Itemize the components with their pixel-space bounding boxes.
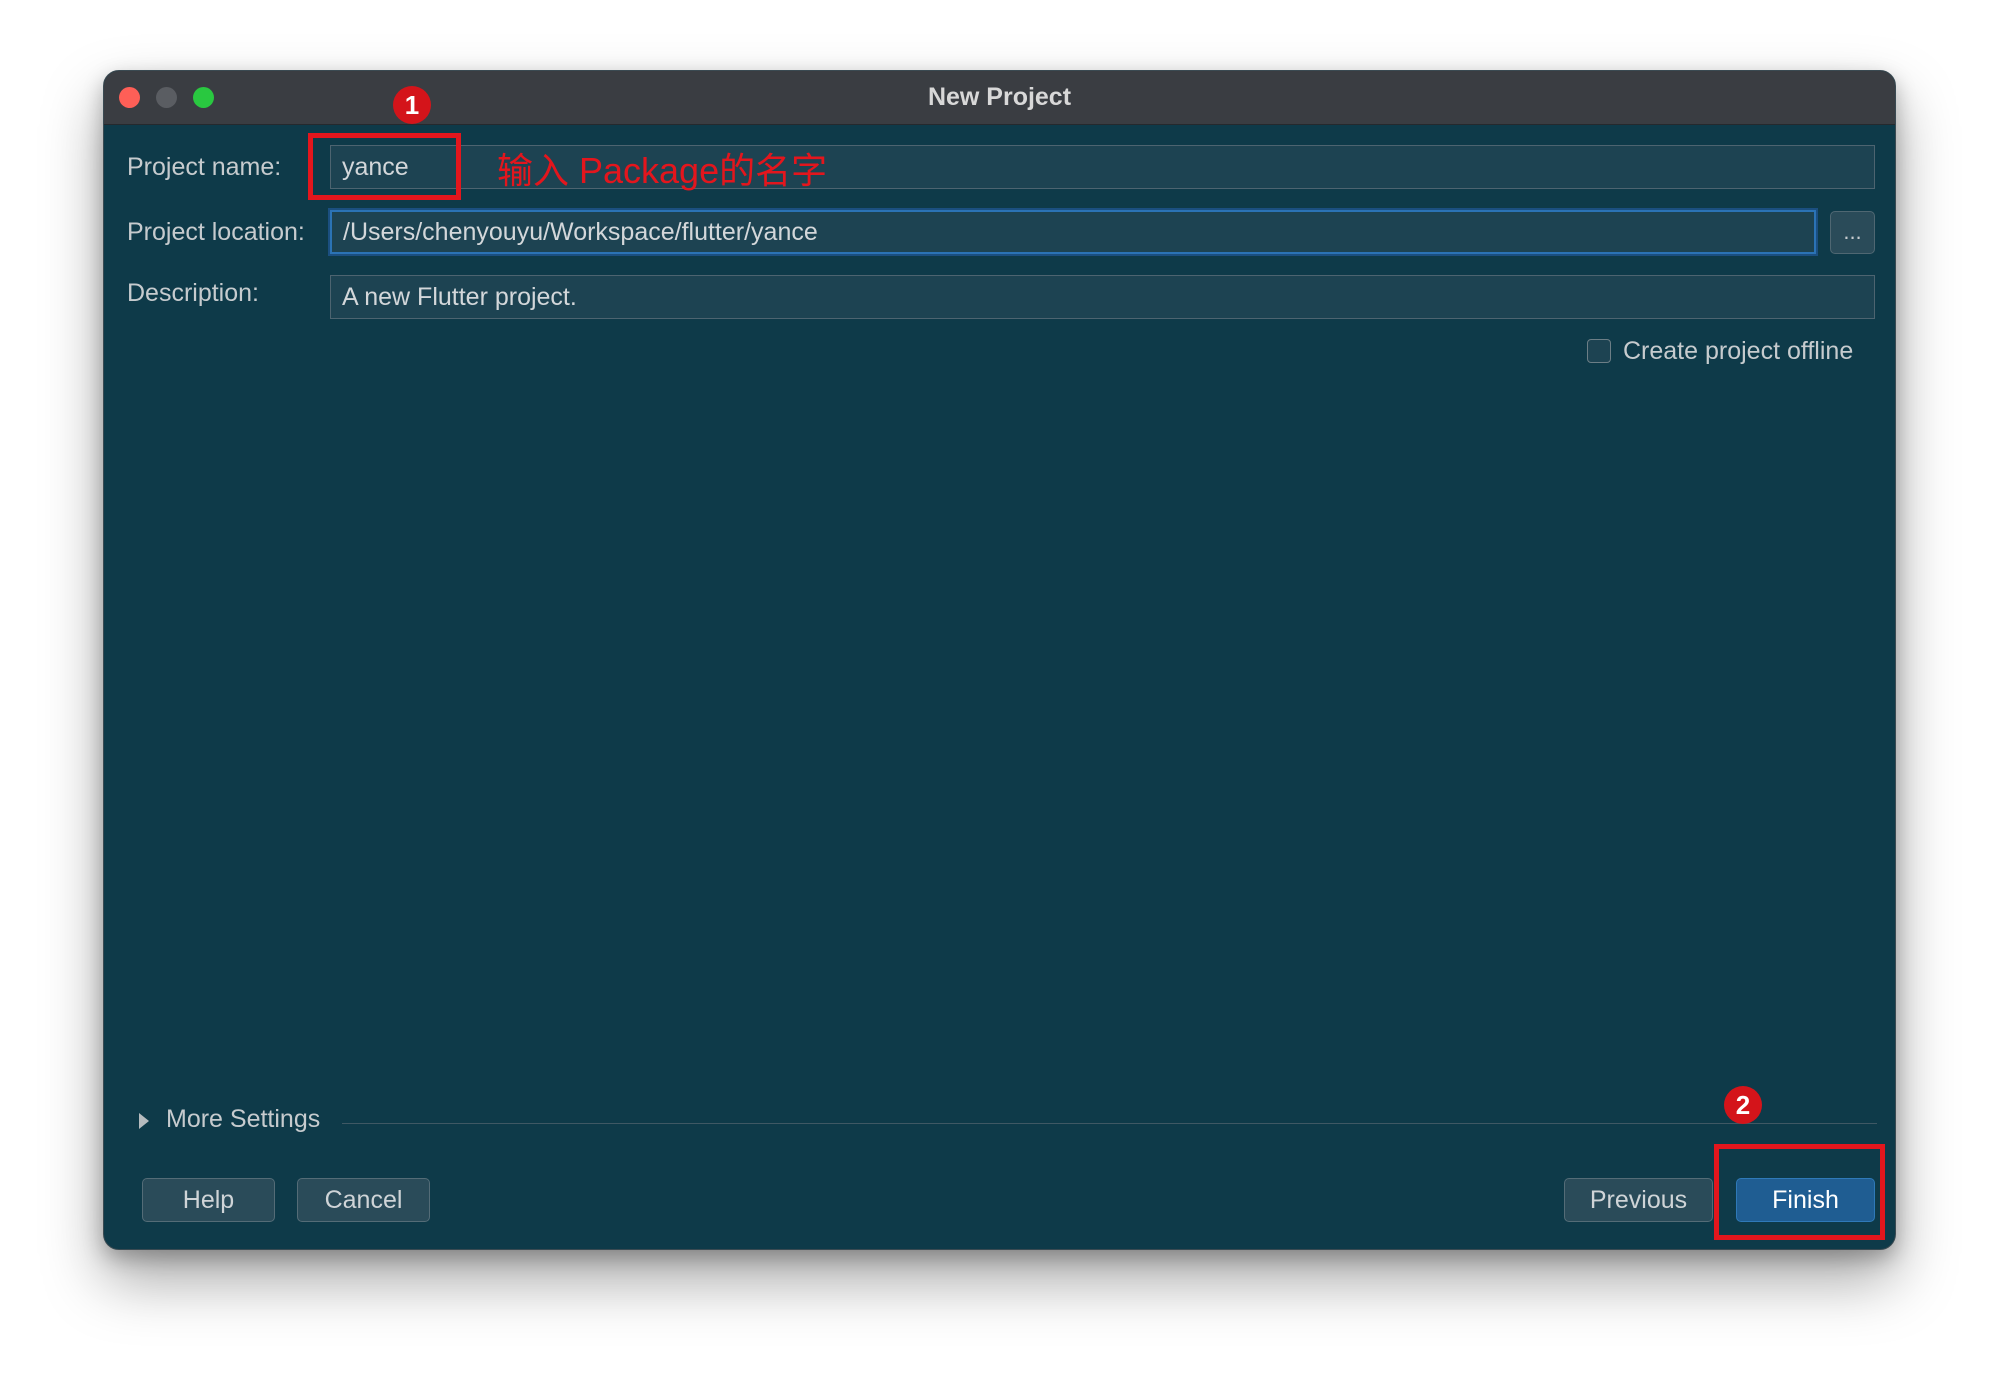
annotation-box-project-name bbox=[308, 133, 461, 200]
annotation-badge-1: 1 bbox=[393, 86, 431, 124]
project-name-label: Project name: bbox=[127, 153, 282, 181]
more-settings-label: More Settings bbox=[166, 1105, 321, 1133]
browse-location-button[interactable]: ... bbox=[1830, 211, 1875, 254]
title-bar: New Project bbox=[104, 71, 1895, 125]
project-location-input[interactable]: /Users/chenyouyu/Workspace/flutter/yance bbox=[330, 210, 1816, 254]
annotation-badge-2: 2 bbox=[1724, 1086, 1762, 1124]
more-settings-divider bbox=[342, 1123, 1877, 1124]
description-input[interactable]: A new Flutter project. bbox=[330, 275, 1875, 319]
previous-button[interactable]: Previous bbox=[1564, 1178, 1713, 1222]
description-label: Description: bbox=[127, 279, 259, 307]
new-project-dialog: New Project Project name: yance Project … bbox=[103, 70, 1896, 1250]
create-offline-label[interactable]: Create project offline bbox=[1623, 337, 1853, 366]
annotation-box-finish bbox=[1714, 1144, 1885, 1240]
screenshot-stage: New Project Project name: yance Project … bbox=[0, 0, 2000, 1388]
project-location-label: Project location: bbox=[127, 218, 305, 246]
help-button[interactable]: Help bbox=[142, 1178, 275, 1222]
cancel-button[interactable]: Cancel bbox=[297, 1178, 430, 1222]
dialog-title: New Project bbox=[927, 83, 1072, 111]
annotation-hint-text: 输入 Package的名字 bbox=[497, 150, 828, 191]
triangle-right-icon bbox=[139, 1113, 149, 1129]
create-offline-checkbox[interactable] bbox=[1587, 339, 1611, 363]
